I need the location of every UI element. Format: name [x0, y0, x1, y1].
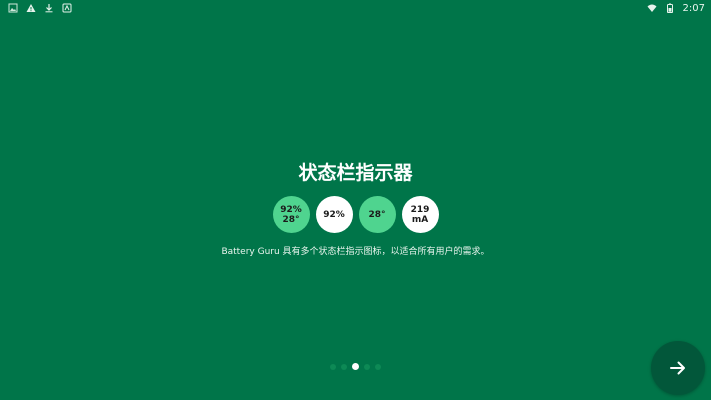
indicator-battery: 92% [315, 196, 353, 233]
pager-dot-active[interactable] [352, 363, 359, 370]
page-description: Battery Guru 具有多个状态栏指示图标，以适合所有用户的需求。 [221, 247, 490, 257]
indicator-line: mA [411, 214, 429, 225]
indicator-line: 219 [410, 204, 430, 215]
indicator-temperature: 28° [358, 196, 396, 233]
indicator-line: 92% [323, 209, 345, 220]
indicator-current: 219 mA [401, 196, 439, 233]
page-title: 状态栏指示器 [298, 162, 413, 184]
wifi-icon [647, 3, 657, 13]
download-icon [44, 3, 54, 13]
warning-icon [26, 3, 36, 13]
battery-icon [665, 3, 675, 13]
indicator-line: 28° [282, 214, 300, 225]
arrow-right-icon [668, 358, 688, 378]
indicator-line: 28° [368, 209, 386, 220]
pager-dots [0, 363, 711, 370]
image-icon [8, 3, 18, 13]
pager-dot[interactable] [364, 363, 370, 370]
indicator-line: 92% [280, 204, 302, 215]
indicator-battery-temp: 92% 28° [272, 196, 310, 233]
pager-dot[interactable] [341, 363, 347, 370]
pager-dot[interactable] [330, 363, 336, 370]
next-button[interactable] [651, 341, 705, 395]
app-icon [62, 3, 72, 13]
onboarding-screen: 2:07 状态栏指示器 92% 28° 92% 28° 219 mA Batte… [0, 0, 711, 400]
status-left-icons [8, 3, 72, 13]
pager-dot[interactable] [375, 363, 381, 370]
status-right-icons: 2:07 [647, 3, 705, 14]
indicator-samples: 92% 28° 92% 28° 219 mA [0, 196, 711, 233]
status-clock: 2:07 [682, 2, 705, 14]
status-bar: 2:07 [0, 0, 711, 16]
